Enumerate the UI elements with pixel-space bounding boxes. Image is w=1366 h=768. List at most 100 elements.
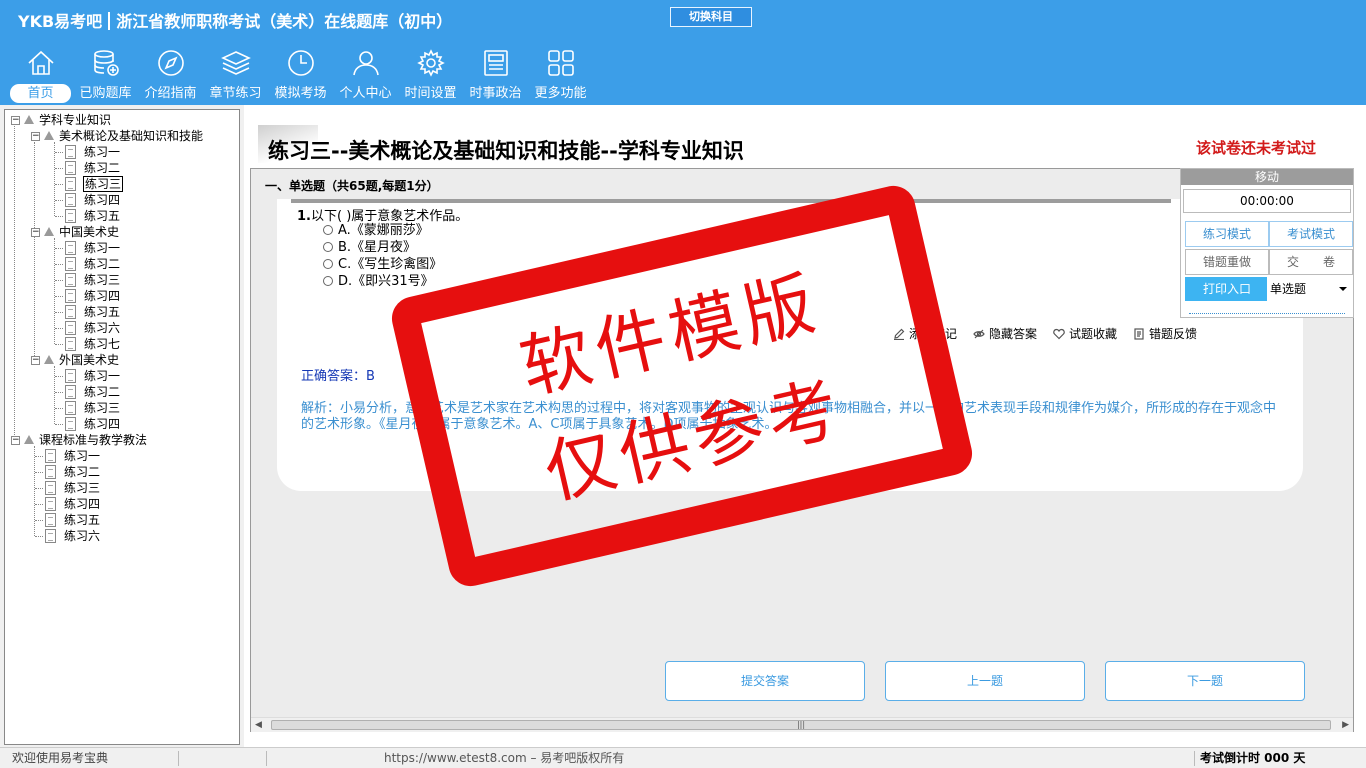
collapse-toggle[interactable]: − [31, 132, 40, 141]
question-type-select[interactable]: 单选题 [1267, 277, 1351, 301]
status-divider [266, 751, 267, 766]
nav-more[interactable]: 更多功能 [528, 48, 593, 104]
tree-item-label: 练习七 [84, 337, 121, 351]
collapse-toggle[interactable]: − [31, 228, 40, 237]
exercise-title: 练习三--美术概论及基础知识和技能--学科专业知识 [268, 139, 744, 163]
tree-connector [35, 472, 43, 473]
section-title: 一、单选题（共65题,每题1分） [265, 179, 439, 193]
tree-item-label: 练习三 [84, 273, 121, 287]
nav-profile-label: 个人中心 [339, 86, 392, 101]
timer-display: 00:00:00 [1183, 189, 1351, 213]
document-icon [45, 449, 56, 463]
question-number: 1. [297, 209, 311, 224]
nav-current-affairs[interactable]: 时事政治 [463, 48, 528, 104]
nav-home[interactable]: 首页 [8, 48, 73, 104]
previous-question-button[interactable]: 上一题 [885, 661, 1085, 701]
radio-button[interactable] [323, 276, 333, 286]
news-icon [483, 50, 508, 76]
tree-item-label: 练习四 [84, 193, 121, 207]
tree-item-label: 练习二 [84, 161, 121, 175]
question-type-value: 单选题 [1270, 282, 1307, 296]
tree-item-label: 练习五 [64, 513, 101, 527]
folder-icon [44, 355, 54, 364]
tree-item-label: 练习二 [84, 385, 121, 399]
card-top-bar [291, 199, 1171, 203]
nav-home-label: 首页 [10, 84, 71, 103]
option-c[interactable]: C.《写生珍禽图》 [323, 257, 442, 273]
collapse-toggle[interactable]: − [11, 436, 20, 445]
nav-mock-exam[interactable]: 模拟考场 [268, 48, 333, 104]
scroll-left-icon[interactable]: ◀ [255, 720, 262, 730]
scroll-right-icon[interactable]: ▶ [1342, 720, 1349, 730]
tree-connector [55, 296, 63, 297]
tree-connector [55, 344, 63, 345]
option-label: C.《写生珍禽图》 [338, 257, 443, 272]
error-feedback-label: 错题反馈 [1149, 327, 1198, 341]
chevron-down-icon [1339, 287, 1347, 291]
tree-item-label: 练习三 [64, 481, 101, 495]
tree-connector [55, 392, 63, 393]
submit-answer-button[interactable]: 提交答案 [665, 661, 865, 701]
collapse-toggle[interactable]: − [31, 356, 40, 365]
option-label: A.《蒙娜丽莎》 [338, 223, 429, 238]
nav-time-settings[interactable]: 时间设置 [398, 48, 463, 104]
tree-item-label: 练习四 [64, 497, 101, 511]
copyright-text: https://www.etest8.com – 易考吧版权所有 [384, 751, 625, 765]
nav-chapter[interactable]: 章节练习 [203, 48, 268, 104]
compass-icon [157, 50, 184, 76]
status-divider [178, 751, 179, 766]
tree-connector [55, 264, 63, 265]
move-handle[interactable]: 移动 [1181, 169, 1353, 185]
tree-item-label: 练习一 [64, 449, 101, 463]
exam-mode-button[interactable]: 考试模式 [1269, 221, 1353, 247]
practice-mode-button[interactable]: 练习模式 [1185, 221, 1269, 247]
submit-paper-button[interactable]: 交 卷 [1269, 249, 1353, 275]
exam-status-text: 该试卷还未考试过 [1196, 139, 1317, 157]
brand-title: YKB易考吧 浙江省教师职称考试（美术）在线题库（初中） [18, 8, 452, 32]
radio-button[interactable] [323, 259, 333, 269]
switch-subject-button[interactable]: 切换科目 [670, 7, 752, 27]
tree-connector [14, 126, 15, 441]
error-feedback-button[interactable]: 错题反馈 [1133, 325, 1197, 342]
radio-button[interactable] [323, 242, 333, 252]
tree-connector [55, 328, 63, 329]
document-icon [45, 465, 56, 479]
print-button[interactable]: 打印入口 [1185, 277, 1269, 301]
tree-item-label: 练习二 [64, 465, 101, 479]
question-stem: 以下( )属于意象艺术作品。 [310, 209, 469, 224]
layers-icon [220, 51, 251, 75]
document-icon [45, 529, 56, 543]
tree-item-label: 练习五 [84, 305, 121, 319]
tree-group-label: 中国美术史 [59, 225, 120, 239]
nav-guide[interactable]: 介绍指南 [138, 48, 203, 104]
option-a[interactable]: A.《蒙娜丽莎》 [323, 223, 429, 239]
collapse-toggle[interactable]: − [11, 116, 20, 125]
title-area: 练习三--美术概论及基础知识和技能--学科专业知识 [258, 125, 1348, 163]
tree-root-label: 学科专业知识 [39, 113, 112, 127]
tree-item-label: 练习五 [84, 209, 121, 223]
document-icon [45, 481, 56, 495]
document-icon [65, 401, 76, 415]
horizontal-scrollbar[interactable]: ◀ ||| ▶ [251, 717, 1353, 732]
welcome-text: 欢迎使用易考宝典 [12, 751, 109, 765]
nav-time-settings-label: 时间设置 [404, 86, 457, 101]
app-header: YKB易考吧 浙江省教师职称考试（美术）在线题库（初中） 切换科目 首页 已购题库… [0, 0, 1366, 105]
document-icon [45, 513, 56, 527]
option-b[interactable]: B.《星月夜》 [323, 240, 416, 256]
scrollbar-thumb[interactable]: ||| [271, 720, 1331, 730]
document-icon [65, 385, 76, 399]
nav-profile[interactable]: 个人中心 [333, 48, 398, 104]
radio-button[interactable] [323, 225, 333, 235]
tree-item-label: 练习六 [64, 529, 101, 543]
tree-connector [55, 216, 63, 217]
document-icon [65, 305, 76, 319]
option-d[interactable]: D.《即兴31号》 [323, 274, 434, 290]
hide-answer-button[interactable]: 隐藏答案 [973, 325, 1037, 342]
nav-purchased[interactable]: 已购题库 [73, 48, 138, 104]
next-question-button[interactable]: 下一题 [1105, 661, 1305, 701]
document-icon [65, 289, 76, 303]
document-icon [65, 337, 76, 351]
redo-wrong-button[interactable]: 错题重做 [1185, 249, 1269, 275]
chapter-tree: − 学科专业知识 − 美术概论及基础知识和技能 练习一 练习二 练习三 练习四 练习… [4, 109, 240, 745]
favorite-button[interactable]: 试题收藏 [1053, 325, 1117, 342]
